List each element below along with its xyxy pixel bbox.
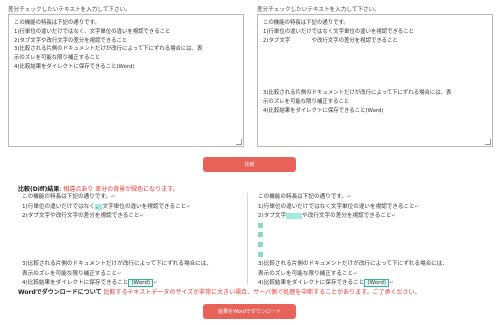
diff-result-right: この機能の特長は下記の通りです。↵ 1)行単位の違いだけではなく文字単位の違いを… <box>258 193 448 289</box>
compare-button[interactable]: 比較 <box>203 157 296 172</box>
return-mark-icon: ↵ <box>110 194 116 200</box>
resize-handle[interactable] <box>236 139 242 145</box>
return-mark-icon: ↵ <box>117 270 122 277</box>
input-text-line: 1)行単位の違いだけではなく文字単位の違いを視認できること <box>263 28 414 35</box>
download-note-title: Wordでダウンロードについて <box>18 289 102 296</box>
input-text-line <box>14 89 238 98</box>
input-text-line: 4)比較結果をダイレクトに保存できること(Word) <box>263 107 384 114</box>
input-text-line <box>14 125 238 134</box>
input-text-line <box>263 133 487 142</box>
left-input-label: 差分チェックしたいテキストを入力して下さい。 <box>8 7 131 13</box>
input-text-line: 1)行単位の違いだけではなく、文字単位の違いを視認できること <box>14 28 171 35</box>
left-text-input[interactable]: この機能の特長は下記の通りです。 1)行単位の違いだけではなく、文字単位の違いを視… <box>8 14 244 147</box>
input-text-line: 2)タブ文字 や改行文字の差分を視認できること <box>263 37 398 44</box>
result-line: 2)タブ文字や改行文字の差分を視認できること↵ <box>22 213 144 220</box>
input-text-line <box>14 133 238 142</box>
resize-handle[interactable] <box>485 139 491 145</box>
return-mark-icon: ↵ <box>391 213 396 220</box>
download-note-warning: 比較するテキストデータのサイズが非常に大きい場合、サーバ側で処理を中断することが… <box>103 289 421 296</box>
added-line-marker <box>258 251 263 257</box>
result-line: 2)タブ文字や改行文字の差分を視認できること↵ <box>258 212 396 220</box>
input-text-line: 3)比較される片側のドキュメントだけが改行によって下にずれる場合には、表 <box>263 90 452 97</box>
input-text-line <box>263 125 487 134</box>
result-line: この機能の特長は下記の通りです。↵ <box>258 194 352 200</box>
input-text-line <box>14 107 238 116</box>
diff-status-text: 相違点あり 差分の背景が緑色になります。 <box>63 186 179 193</box>
result-line: 3)比較される片側のドキュメントだけが改行によって下にずれる場合には、 <box>258 261 448 268</box>
input-text-line: 示のズレを可能な限り補正すること <box>14 55 101 62</box>
input-text-line <box>263 81 487 90</box>
return-mark-icon: ↵ <box>346 194 352 200</box>
result-line: 表示のズレを可能な限り補正すること↵ <box>22 270 122 277</box>
return-mark-icon: ↵ <box>153 280 158 287</box>
input-text-line <box>263 45 487 54</box>
return-mark-icon: ↵ <box>139 213 144 220</box>
added-line-marker <box>258 232 263 238</box>
input-text-line: 3)比較される片側のドキュメントだけが改行によって下にずれる場合には、表 <box>14 46 203 53</box>
input-text-line <box>263 63 487 72</box>
added-line-marker <box>258 222 263 228</box>
input-text-line <box>14 116 238 125</box>
input-text-line <box>263 72 487 81</box>
diff-result-left: この機能の特長は下記の通りです。↵ 1)行単位の違いだけではなく、文字単位の違い… <box>22 193 212 289</box>
added-line-marker <box>258 241 263 247</box>
right-input-label: 差分チェックしたいテキストを入力して下さい。 <box>257 7 380 13</box>
return-mark-icon: ↵ <box>186 203 191 210</box>
input-text-line <box>263 54 487 63</box>
input-text-line: この機能の特長は下記の通りです。 <box>14 20 100 26</box>
result-line: 表示のズレを可能な限り補正すること↵ <box>258 270 358 277</box>
input-text-line: 2)タブ文字や改行文字の差分を視認できること <box>14 37 128 44</box>
result-line: この機能の特長は下記の通りです。↵ <box>22 194 116 200</box>
result-line: 1)行単位の違いだけではなく、文字単位の違いを視認できること↵ <box>22 203 191 210</box>
diff-result-heading: 比較(Diff)結果: 相違点あり 差分の背景が緑色になります。 <box>18 184 179 193</box>
input-text-line: この機能の特長は下記の通りです。 <box>263 20 349 26</box>
input-text-line: 示のズレを可能な限り補正すること <box>263 99 350 106</box>
result-line: 1)行単位の違いだけではなく文字単位の違いを視認できること↵ <box>258 203 419 210</box>
right-text-input[interactable]: この機能の特長は下記の通りです。 1)行単位の違いだけではなく文字単位の違いを視認… <box>257 14 493 147</box>
download-note: Wordでダウンロードについて 比較するテキストデータのサイズが非常に大きい場合… <box>18 287 421 296</box>
download-word-button[interactable]: 結果をWordでダウンロード <box>203 304 296 319</box>
return-mark-icon: ↵ <box>414 203 419 210</box>
return-mark-icon: ↵ <box>389 280 394 287</box>
input-text-line <box>14 72 238 81</box>
diff-result-title: 比較(Diff)結果 <box>18 186 60 193</box>
result-divider <box>247 193 248 284</box>
input-text-line <box>14 81 238 90</box>
input-text-line <box>14 98 238 107</box>
input-text-line: 4)比較結果をダイレクトに保存できること(Word) <box>14 63 135 70</box>
return-mark-icon: ↵ <box>353 270 358 277</box>
result-line: 3)比較される片側のドキュメントだけが改行によって下にずれる場合には、 <box>22 261 212 268</box>
tab-diff-highlight <box>286 212 303 219</box>
input-text-line <box>263 116 487 125</box>
colon: : <box>59 186 62 193</box>
